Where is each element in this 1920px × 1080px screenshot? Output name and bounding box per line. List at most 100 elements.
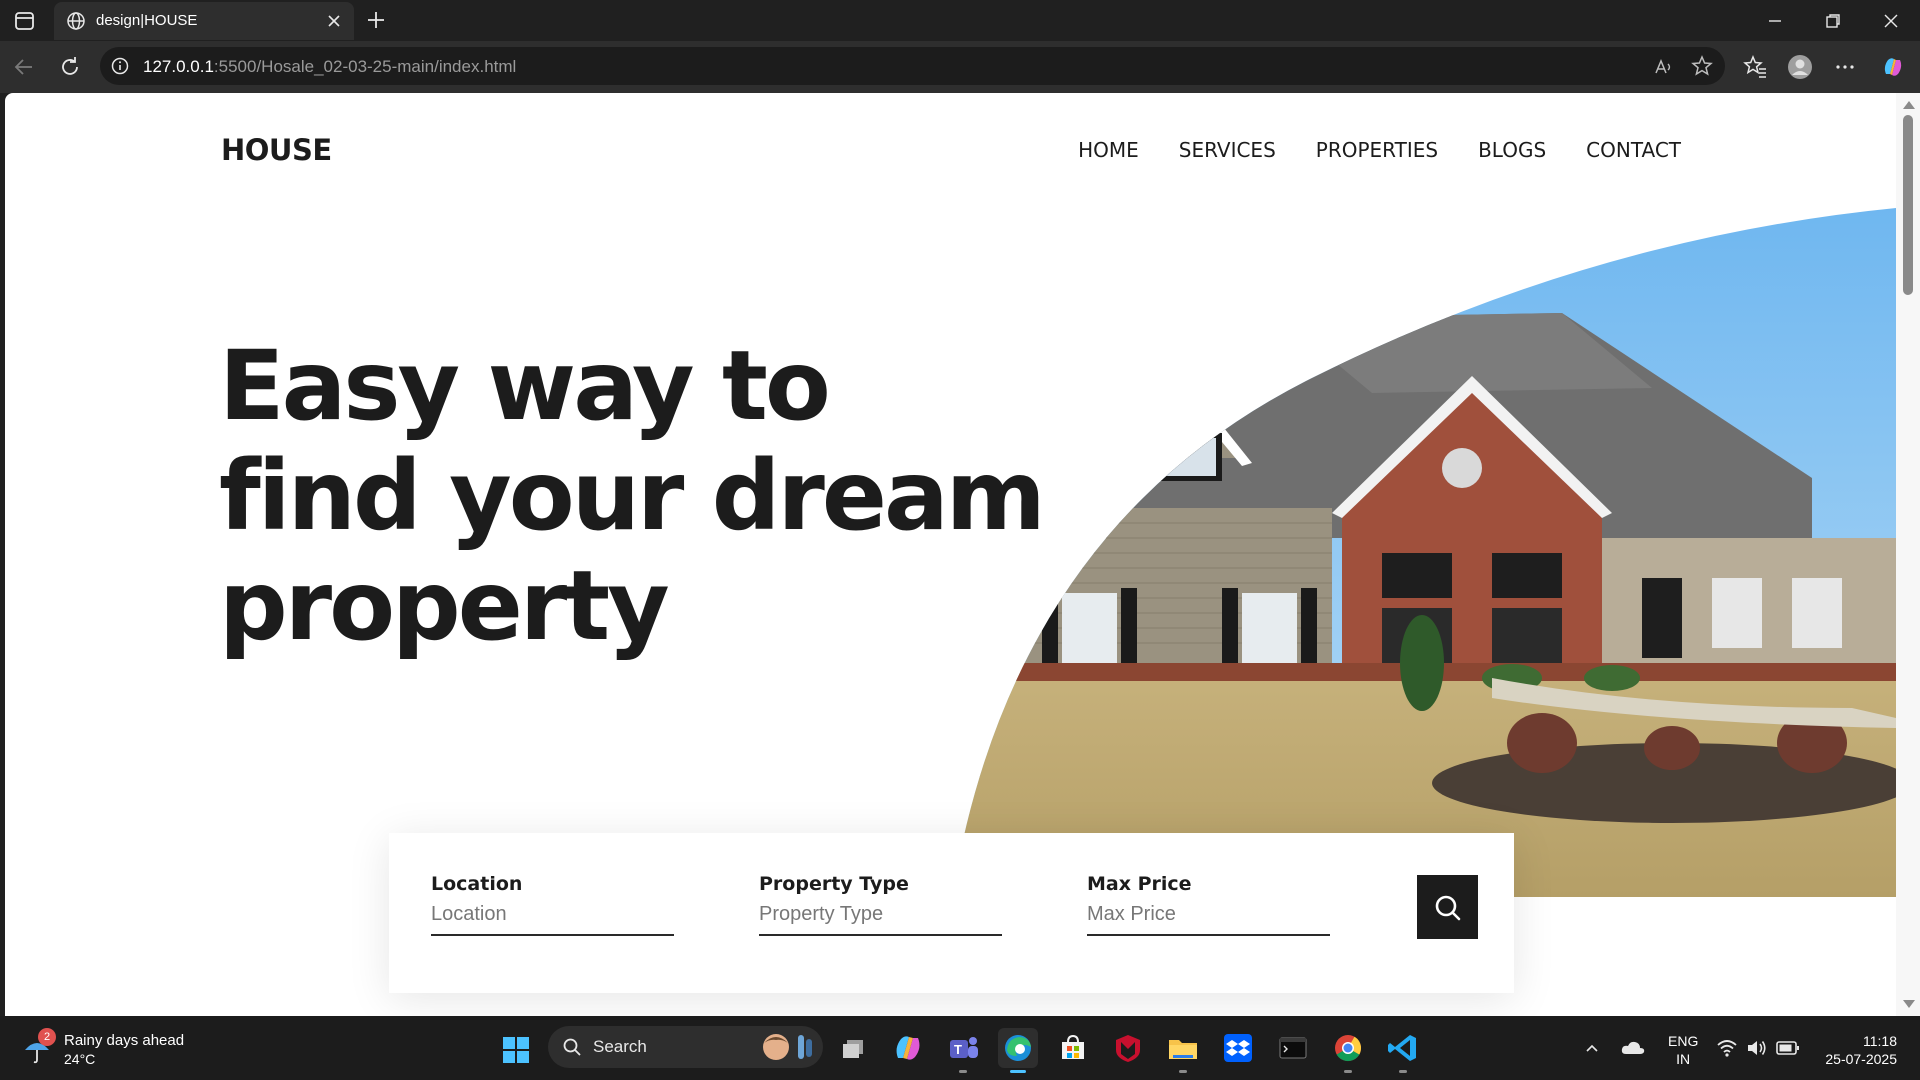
- close-window-icon[interactable]: [1878, 8, 1904, 34]
- profile-avatar-icon[interactable]: [1787, 54, 1813, 80]
- onedrive-cloud-icon[interactable]: [1620, 1038, 1646, 1058]
- location-field: Location: [431, 873, 674, 936]
- mcafee-shield-icon: [1116, 1035, 1140, 1062]
- windows-taskbar: 2 Rainy days ahead 24°C Search T ENG IN …: [0, 1016, 1920, 1080]
- hero-house-image: [952, 208, 1896, 897]
- running-indicator: [1344, 1070, 1352, 1073]
- taskbar-file-explorer[interactable]: [1163, 1028, 1203, 1073]
- taskbar-search-label: Search: [593, 1037, 647, 1056]
- running-indicator: [1179, 1070, 1187, 1073]
- address-bar[interactable]: 127.0.0.1:5500/Hosale_02-03-25-main/inde…: [100, 47, 1725, 85]
- tab-title: design|HOUSE: [96, 12, 198, 29]
- browser-tab-bar: design|HOUSE: [0, 0, 1920, 41]
- edge-icon: [1005, 1035, 1031, 1061]
- property-type-label: Property Type: [759, 873, 909, 895]
- site-logo[interactable]: HOUSE: [221, 133, 332, 167]
- taskbar-teams[interactable]: T: [943, 1028, 983, 1073]
- weather-title: Rainy days ahead: [64, 1032, 185, 1049]
- chrome-icon: [1335, 1035, 1362, 1062]
- weather-badge: 2: [38, 1028, 56, 1046]
- url-path: :5500/Hosale_02-03-25-main/index.html: [213, 57, 517, 76]
- language-indicator[interactable]: ENG IN: [1668, 1032, 1698, 1068]
- running-indicator: [959, 1070, 967, 1073]
- clock-time: 11:18: [1863, 1033, 1897, 1049]
- page-viewport: HOUSE HOME SERVICES PROPERTIES BLOGS CON…: [5, 93, 1896, 1016]
- copilot-app-icon: [896, 1036, 920, 1060]
- page-scrollbar[interactable]: [1896, 93, 1920, 1016]
- nav-services[interactable]: SERVICES: [1179, 138, 1276, 162]
- vscode-icon: [1388, 1035, 1416, 1061]
- wifi-icon[interactable]: [1716, 1038, 1738, 1058]
- url-text[interactable]: 127.0.0.1:5500/Hosale_02-03-25-main/inde…: [143, 57, 516, 77]
- copilot-icon[interactable]: [1880, 54, 1906, 80]
- dropbox-icon: [1224, 1034, 1252, 1062]
- property-search-form: Location Property Type Max Price: [389, 833, 1514, 993]
- teams-icon: T: [950, 1037, 978, 1058]
- max-price-label: Max Price: [1087, 873, 1192, 895]
- minimize-icon[interactable]: [1762, 8, 1788, 34]
- language-region: IN: [1676, 1051, 1691, 1067]
- location-label: Location: [431, 873, 523, 895]
- taskbar-copilot[interactable]: [888, 1028, 928, 1068]
- scroll-up-icon[interactable]: [1903, 101, 1915, 109]
- restore-icon[interactable]: [1820, 8, 1846, 34]
- browser-tab[interactable]: design|HOUSE: [54, 2, 354, 40]
- task-view-icon: [843, 1040, 863, 1058]
- close-tab-icon[interactable]: [324, 11, 344, 31]
- battery-icon[interactable]: [1776, 1040, 1800, 1056]
- language-code: ENG: [1668, 1033, 1699, 1049]
- read-aloud-icon[interactable]: [1653, 56, 1675, 78]
- globe-icon: [67, 12, 85, 30]
- taskbar-vscode[interactable]: [1383, 1028, 1423, 1073]
- taskbar-edge[interactable]: [998, 1028, 1038, 1073]
- site-info-icon[interactable]: [110, 56, 130, 76]
- new-tab-icon[interactable]: [364, 8, 388, 32]
- clock-date: 25-07-2025: [1825, 1051, 1897, 1067]
- svg-text:T: T: [954, 1042, 962, 1057]
- browser-toolbar: 127.0.0.1:5500/Hosale_02-03-25-main/inde…: [0, 41, 1920, 93]
- favorites-icon[interactable]: [1742, 54, 1768, 80]
- search-button[interactable]: [1417, 875, 1478, 939]
- property-type-input[interactable]: [759, 903, 1002, 936]
- nav-blogs[interactable]: BLOGS: [1478, 138, 1546, 162]
- hero-line-2: find your dream: [219, 440, 1046, 552]
- more-options-icon[interactable]: [1832, 54, 1858, 80]
- tab-actions-icon[interactable]: [12, 9, 38, 33]
- store-icon: [1062, 1034, 1084, 1059]
- taskbar-chrome[interactable]: [1328, 1028, 1368, 1073]
- nav-properties[interactable]: PROPERTIES: [1316, 138, 1438, 162]
- url-host: 127.0.0.1: [143, 57, 214, 76]
- reload-icon[interactable]: [58, 55, 82, 79]
- favorite-star-icon[interactable]: [1691, 55, 1713, 77]
- weather-temp: 24°C: [64, 1051, 96, 1067]
- max-price-field: Max Price: [1087, 873, 1330, 936]
- system-clock[interactable]: 11:18 25-07-2025: [1812, 1032, 1897, 1068]
- terminal-icon: [1279, 1037, 1307, 1059]
- hero-line-3: property: [219, 550, 670, 662]
- show-hidden-icons-icon[interactable]: [1584, 1040, 1600, 1056]
- search-icon: [563, 1038, 581, 1056]
- search-icon: [1435, 895, 1461, 921]
- taskbar-terminal[interactable]: [1273, 1028, 1313, 1068]
- taskbar-search[interactable]: Search: [548, 1026, 823, 1068]
- location-input[interactable]: [431, 903, 674, 936]
- property-type-field: Property Type: [759, 873, 1002, 936]
- back-icon[interactable]: [12, 55, 36, 79]
- nav-home[interactable]: HOME: [1078, 138, 1139, 162]
- windows-start-icon[interactable]: [502, 1036, 530, 1064]
- taskbar-task-view[interactable]: [835, 1028, 875, 1068]
- scrollbar-thumb[interactable]: [1903, 115, 1913, 295]
- main-nav: HOME SERVICES PROPERTIES BLOGS CONTACT: [1078, 138, 1681, 162]
- folder-icon: [1169, 1040, 1197, 1059]
- taskbar-store[interactable]: [1053, 1028, 1093, 1068]
- hero-line-1: Easy way to: [219, 330, 831, 442]
- active-indicator: [1010, 1070, 1026, 1073]
- max-price-input[interactable]: [1087, 903, 1330, 936]
- taskbar-mcafee[interactable]: [1108, 1028, 1148, 1068]
- running-indicator: [1399, 1070, 1407, 1073]
- nav-contact[interactable]: CONTACT: [1586, 138, 1681, 162]
- taskbar-dropbox[interactable]: [1218, 1028, 1258, 1068]
- volume-icon[interactable]: [1746, 1038, 1768, 1058]
- scroll-down-icon[interactable]: [1903, 1000, 1915, 1008]
- search-highlight-icon: [763, 1034, 812, 1060]
